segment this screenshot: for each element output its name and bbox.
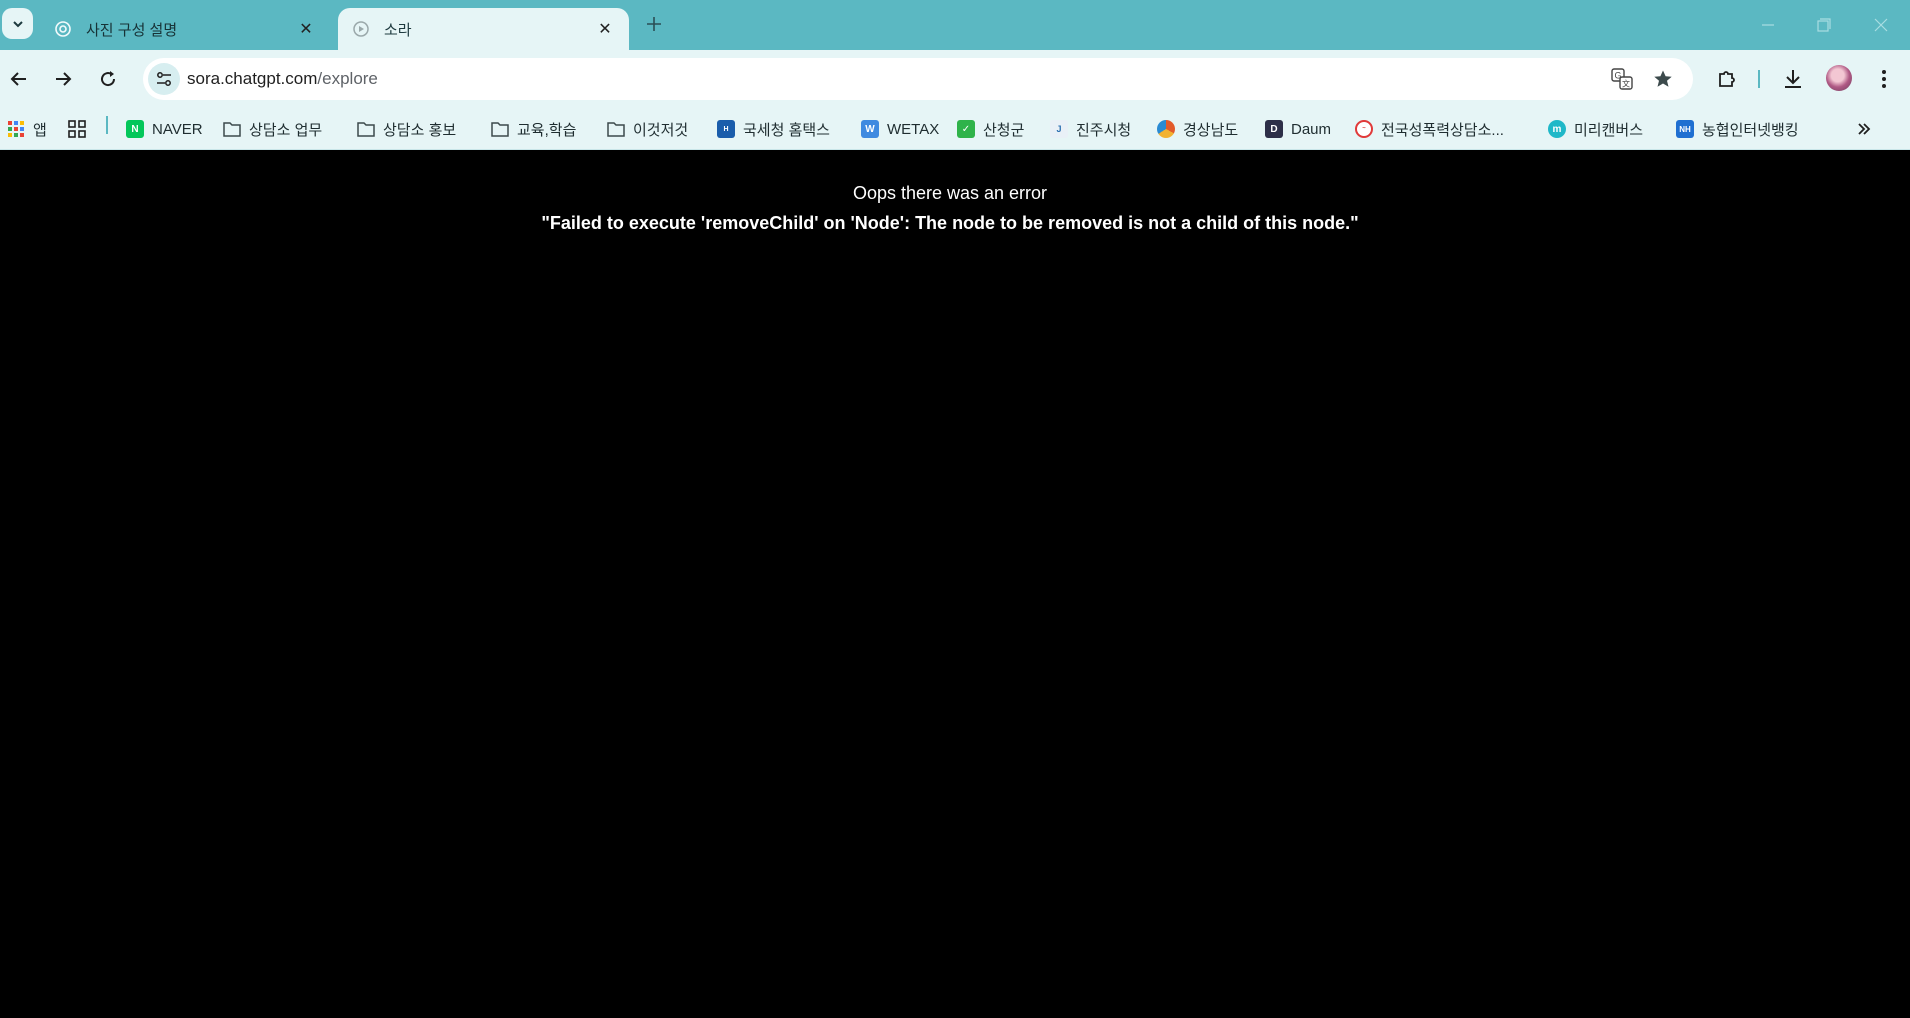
translate-icon: G文	[1611, 68, 1633, 90]
close-icon[interactable]: ✕	[296, 19, 316, 39]
reload-icon	[101, 71, 116, 87]
menu-button[interactable]	[1870, 65, 1898, 93]
bookmark-miricanvas[interactable]: m 미리캔버스	[1548, 117, 1643, 141]
page-content: Oops there was an error "Failed to execu…	[0, 150, 1910, 1018]
daum-icon: D	[1265, 120, 1283, 138]
new-tab-button[interactable]	[642, 12, 666, 36]
chevron-down-icon	[12, 20, 23, 27]
profile-avatar[interactable]	[1826, 65, 1852, 91]
url-domain: sora.chatgpt.com	[187, 69, 318, 88]
bookmark-apps[interactable]: 앱	[7, 117, 47, 141]
bookmark-label: 이것저것	[633, 121, 689, 139]
bookmark-wetax[interactable]: W WETAX	[861, 117, 939, 141]
bookmark-gyeongnam[interactable]: 경상남도	[1157, 117, 1238, 141]
bookmark-label: 산청군	[983, 121, 1025, 139]
bookmark-sancheong[interactable]: ✓ 산청군	[957, 117, 1024, 141]
tab-photo-description[interactable]: 사진 구성 설명 ✕	[40, 8, 330, 50]
tune-icon	[157, 72, 171, 86]
tab-search-button[interactable]	[2, 8, 33, 39]
miricanvas-icon: m	[1548, 120, 1566, 138]
nh-icon: NH	[1676, 120, 1694, 138]
error-message: "Failed to execute 'removeChild' on 'Nod…	[541, 213, 1359, 233]
more-vert-icon	[1882, 70, 1886, 88]
star-icon	[1654, 70, 1672, 87]
folder-icon	[607, 120, 625, 138]
counseling-icon: ~	[1355, 120, 1373, 138]
folder-icon	[223, 120, 241, 138]
bookmark-label: Daum	[1291, 120, 1332, 138]
bookmark-label: 미리캔버스	[1574, 121, 1644, 139]
bookmark-star-button[interactable]	[1651, 67, 1675, 91]
sora-icon	[352, 20, 370, 38]
bookmark-daum[interactable]: D Daum	[1265, 117, 1331, 141]
folder-icon	[357, 120, 375, 138]
url-text[interactable]: sora.chatgpt.com/explore	[187, 69, 378, 89]
bookmark-folder-promo[interactable]: 상담소 홍보	[357, 117, 456, 141]
close-window-button[interactable]	[1866, 10, 1896, 40]
close-icon	[1874, 18, 1888, 32]
tab-sora[interactable]: 소라 ✕	[338, 8, 629, 50]
bookmark-label: WETAX	[887, 120, 940, 138]
hometax-icon: H	[717, 120, 735, 138]
bookmark-counseling[interactable]: ~ 전국성폭력상담소...	[1355, 117, 1504, 141]
bookmark-label: 농협인터넷뱅킹	[1702, 121, 1799, 139]
restore-icon	[1817, 18, 1831, 32]
arrow-left-icon	[10, 72, 26, 86]
bookmark-nh[interactable]: NH 농협인터넷뱅킹	[1676, 117, 1799, 141]
back-button[interactable]	[3, 63, 35, 95]
bookmark-naver[interactable]: N NAVER	[126, 117, 203, 141]
forward-button[interactable]	[47, 63, 79, 95]
bookmark-label: 상담소 홍보	[383, 121, 457, 139]
naver-icon: N	[126, 120, 144, 138]
bookmarks-bar: 앱 N NAVER 상담소 업무 상담소 홍보 교육,학습 이것저것 H 국세청…	[0, 108, 1910, 150]
tab-title: 사진 구성 설명	[86, 21, 178, 39]
bookmark-label: 교육,학습	[517, 121, 577, 139]
translate-button[interactable]: G文	[1610, 67, 1634, 91]
bookmark-label: 진주시청	[1076, 121, 1132, 139]
chevron-double-right-icon	[1858, 123, 1871, 135]
svg-text:文: 文	[1622, 79, 1630, 89]
bookmark-folder-education[interactable]: 교육,학습	[491, 117, 576, 141]
url-path: /explore	[317, 69, 378, 88]
folder-icon	[491, 120, 509, 138]
error-title: Oops there was an error	[852, 183, 1048, 203]
close-icon[interactable]: ✕	[595, 19, 615, 39]
browser-toolbar: sora.chatgpt.com/explore G文	[0, 50, 1910, 108]
sancheong-icon: ✓	[957, 120, 975, 138]
apps-grid-icon	[7, 120, 25, 138]
tab-title: 소라	[384, 21, 412, 39]
bookmark-label: 경상남도	[1183, 121, 1239, 139]
bookmark-hometax[interactable]: H 국세청 홈택스	[717, 117, 830, 141]
bookmark-folder-work[interactable]: 상담소 업무	[223, 117, 322, 141]
downloads-button[interactable]	[1779, 65, 1807, 93]
extensions-button[interactable]	[1713, 65, 1741, 93]
plus-icon	[647, 17, 661, 31]
puzzle-icon	[1719, 71, 1735, 87]
reload-button[interactable]	[92, 63, 124, 95]
jinju-icon: J	[1050, 120, 1068, 138]
bookmarks-divider	[106, 116, 108, 134]
tab-strip: 사진 구성 설명 ✕ 소라 ✕	[0, 0, 1910, 50]
restore-button[interactable]	[1809, 10, 1839, 40]
bookmark-label: 앱	[33, 121, 47, 139]
gyeongnam-icon	[1157, 120, 1175, 138]
bookmark-folder-misc[interactable]: 이것저것	[607, 117, 688, 141]
openai-icon	[54, 20, 72, 38]
bookmark-label: 국세청 홈택스	[743, 121, 830, 139]
bookmark-tab-groups[interactable]	[68, 117, 94, 141]
grid-icon	[68, 120, 86, 138]
address-bar[interactable]: sora.chatgpt.com/explore G文	[143, 58, 1693, 100]
arrow-right-icon	[56, 72, 72, 86]
bookmark-label: 전국성폭력상담소...	[1381, 121, 1504, 139]
bookmark-jinju[interactable]: J 진주시청	[1050, 117, 1131, 141]
download-icon	[1785, 70, 1801, 88]
minimize-icon	[1762, 24, 1774, 26]
bookmark-label: 상담소 업무	[249, 121, 323, 139]
bookmarks-overflow-button[interactable]	[1856, 117, 1872, 141]
toolbar-divider	[1758, 70, 1760, 88]
bookmark-label: NAVER	[152, 120, 203, 138]
wetax-icon: W	[861, 120, 879, 138]
site-info-button[interactable]	[148, 63, 180, 95]
minimize-button[interactable]	[1753, 10, 1783, 40]
